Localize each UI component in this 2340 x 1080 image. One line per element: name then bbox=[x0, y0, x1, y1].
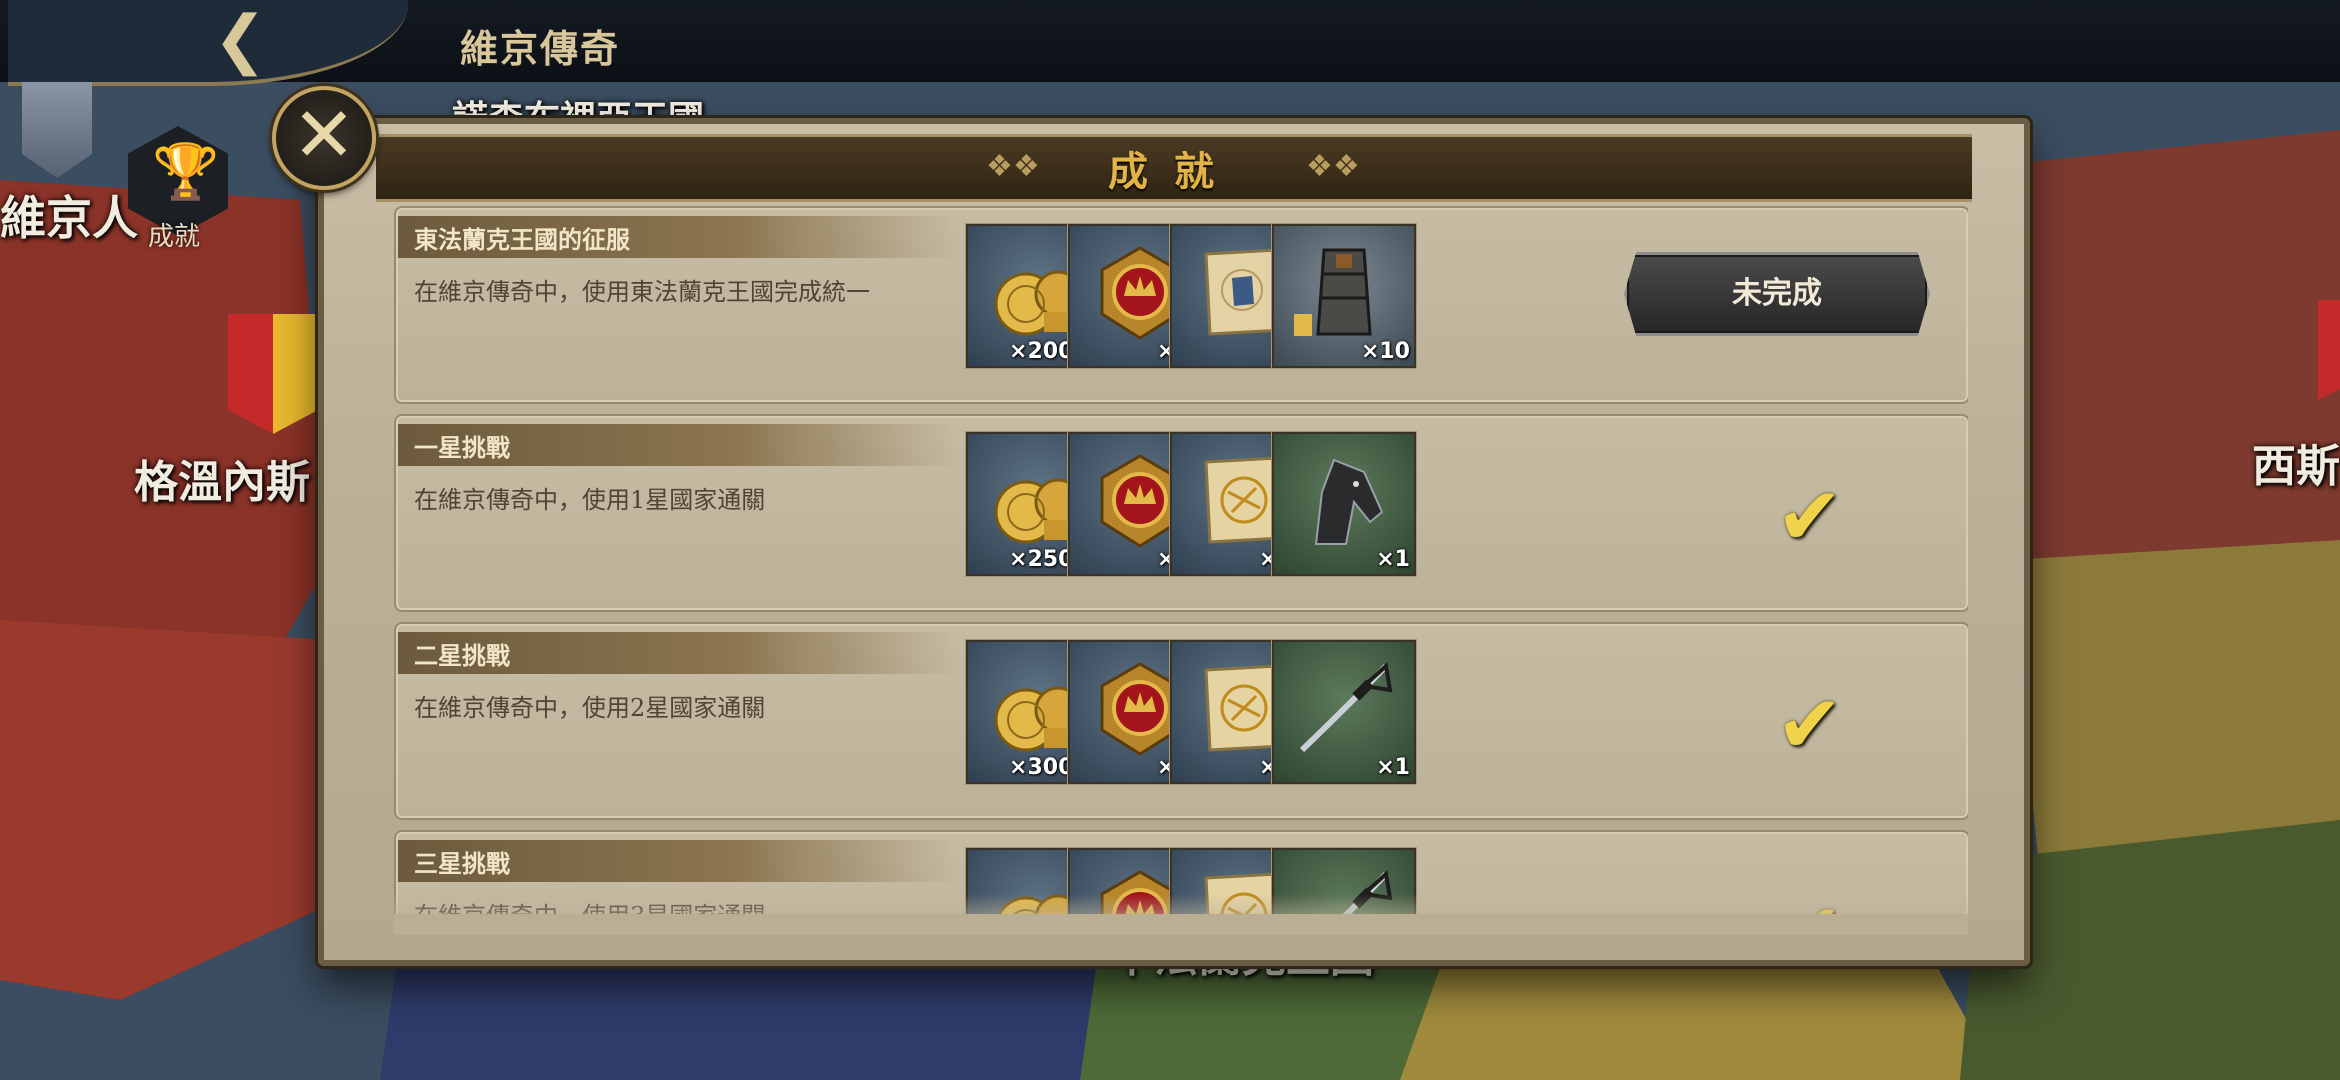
achievement-description: 在維京傳奇中，使用東法蘭克王國完成統一 bbox=[414, 278, 870, 306]
dialog-title: 成就 bbox=[1108, 148, 1240, 195]
back-arrow-icon[interactable]: ❮ bbox=[200, 8, 280, 72]
achievements-dialog: ❖❖ 成就 ❖❖ 東法蘭克王國的征服 在維京傳奇中，使用東法蘭克王國完成統一 ×20… bbox=[318, 118, 2030, 966]
achievement-title: 一星挑戰 bbox=[414, 433, 510, 462]
gwynedd-crest-icon bbox=[228, 314, 318, 434]
reward-slot[interactable]: ×1 bbox=[1272, 640, 1416, 784]
achievement-title-bar: 一星挑戰 bbox=[398, 424, 958, 466]
reward-slot[interactable]: ×1 bbox=[1272, 432, 1416, 576]
achievement-list[interactable]: 東法蘭克王國的征服在維京傳奇中，使用東法蘭克王國完成統一×20000×50×5×… bbox=[394, 206, 1968, 914]
war-horse-icon bbox=[1314, 458, 1384, 545]
achievement-title: 東法蘭克王國的征服 bbox=[414, 225, 630, 254]
incomplete-status-button[interactable]: 未完成 bbox=[1624, 252, 1930, 336]
reward-slot[interactable]: ×10 bbox=[1272, 224, 1416, 368]
list-fade bbox=[394, 894, 1968, 934]
sabre-icon bbox=[1299, 662, 1393, 753]
reward-quantity: ×1 bbox=[1376, 547, 1410, 572]
close-button[interactable]: ✕ bbox=[272, 86, 376, 190]
trophy-icon: 🏆 bbox=[152, 140, 220, 203]
achievement-card: 二星挑戰在維京傳奇中，使用2星國家通關×30000×50×10×1✔ bbox=[394, 622, 1968, 820]
achievement-card: 一星挑戰在維京傳奇中，使用1星國家通關×25000×50×10×1✔ bbox=[394, 414, 1968, 612]
reward-quantity: ×1 bbox=[1376, 755, 1410, 780]
achievement-description: 在維京傳奇中，使用2星國家通關 bbox=[414, 694, 766, 722]
achievement-title-bar: 二星挑戰 bbox=[398, 632, 958, 674]
achievement-card: 東法蘭克王國的征服在維京傳奇中，使用東法蘭克王國完成統一×20000×50×5×… bbox=[394, 206, 1968, 404]
faction-name: 維京人 bbox=[0, 191, 138, 245]
achievement-title: 三星挑戰 bbox=[414, 849, 510, 878]
reward-quantity: ×10 bbox=[1360, 339, 1410, 364]
completed-check-icon: ✔ bbox=[1776, 470, 1844, 563]
close-icon: ✕ bbox=[292, 90, 356, 179]
siege-tower-icon bbox=[1294, 248, 1372, 336]
map-label-right: 西斯 bbox=[2252, 441, 2340, 492]
achievement-title: 二星挑戰 bbox=[414, 641, 510, 670]
achievements-button-label: 成就 bbox=[148, 222, 201, 252]
achievement-title-bar: 東法蘭克王國的征服 bbox=[398, 216, 958, 258]
map-label-left: 格溫內斯 bbox=[134, 457, 310, 508]
page-title: 維京傳奇 bbox=[460, 26, 621, 71]
dialog-header: ❖❖ 成就 ❖❖ bbox=[376, 134, 1972, 202]
header-ornament-right-icon: ❖❖ bbox=[1306, 149, 1360, 184]
achievement-description: 在維京傳奇中，使用1星國家通關 bbox=[414, 486, 766, 514]
region-crest-icon bbox=[2318, 300, 2340, 400]
completed-check-icon: ✔ bbox=[1776, 678, 1844, 771]
achievement-title-bar: 三星挑戰 bbox=[398, 840, 958, 882]
